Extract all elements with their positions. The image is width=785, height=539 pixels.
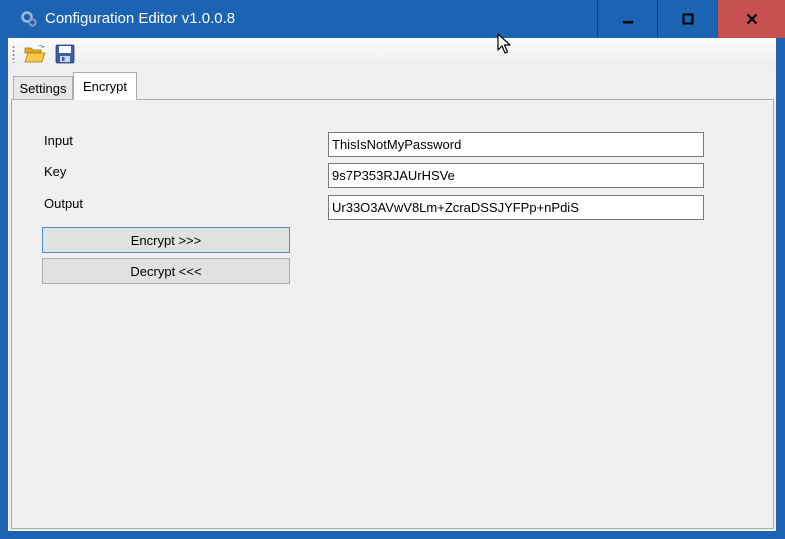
gear-icon (20, 10, 38, 28)
key-label: Key (44, 164, 67, 179)
minimize-button[interactable] (597, 0, 657, 38)
output-label: Output (44, 196, 84, 211)
decrypt-button[interactable]: Decrypt <<< (42, 258, 290, 284)
toolbar (8, 38, 776, 70)
input-label: Input (44, 133, 73, 148)
encrypt-tab-panel: Input Key Output Encrypt >>> Decrypt <<< (11, 99, 774, 529)
folder-open-icon (24, 45, 46, 63)
output-field[interactable] (328, 195, 704, 220)
close-button[interactable] (717, 0, 785, 38)
tab-settings[interactable]: Settings (13, 76, 73, 99)
window-client-area: Settings Encrypt Input Key Output Encryp… (8, 38, 776, 531)
tab-encrypt[interactable]: Encrypt (73, 72, 137, 100)
encrypt-button[interactable]: Encrypt >>> (42, 227, 290, 253)
mouse-cursor-icon (497, 33, 511, 54)
key-field[interactable] (328, 163, 704, 188)
floppy-disk-icon (55, 44, 75, 64)
tab-label: Encrypt (82, 79, 128, 94)
maximize-button[interactable] (657, 0, 717, 38)
app-window: Configuration Editor v1.0.0.8 Settings E… (0, 0, 785, 539)
title-bar[interactable]: Configuration Editor v1.0.0.8 (0, 0, 785, 38)
maximize-icon (682, 13, 693, 25)
window-title: Configuration Editor v1.0.0.8 (45, 10, 236, 27)
save-button[interactable] (53, 42, 77, 66)
open-button[interactable] (23, 42, 47, 66)
tab-strip: Settings Encrypt (8, 71, 776, 100)
close-icon (746, 13, 757, 25)
input-field[interactable] (328, 132, 704, 157)
tab-label: Settings (19, 80, 67, 96)
minimize-icon (622, 21, 633, 24)
toolbar-grip[interactable] (12, 45, 15, 63)
